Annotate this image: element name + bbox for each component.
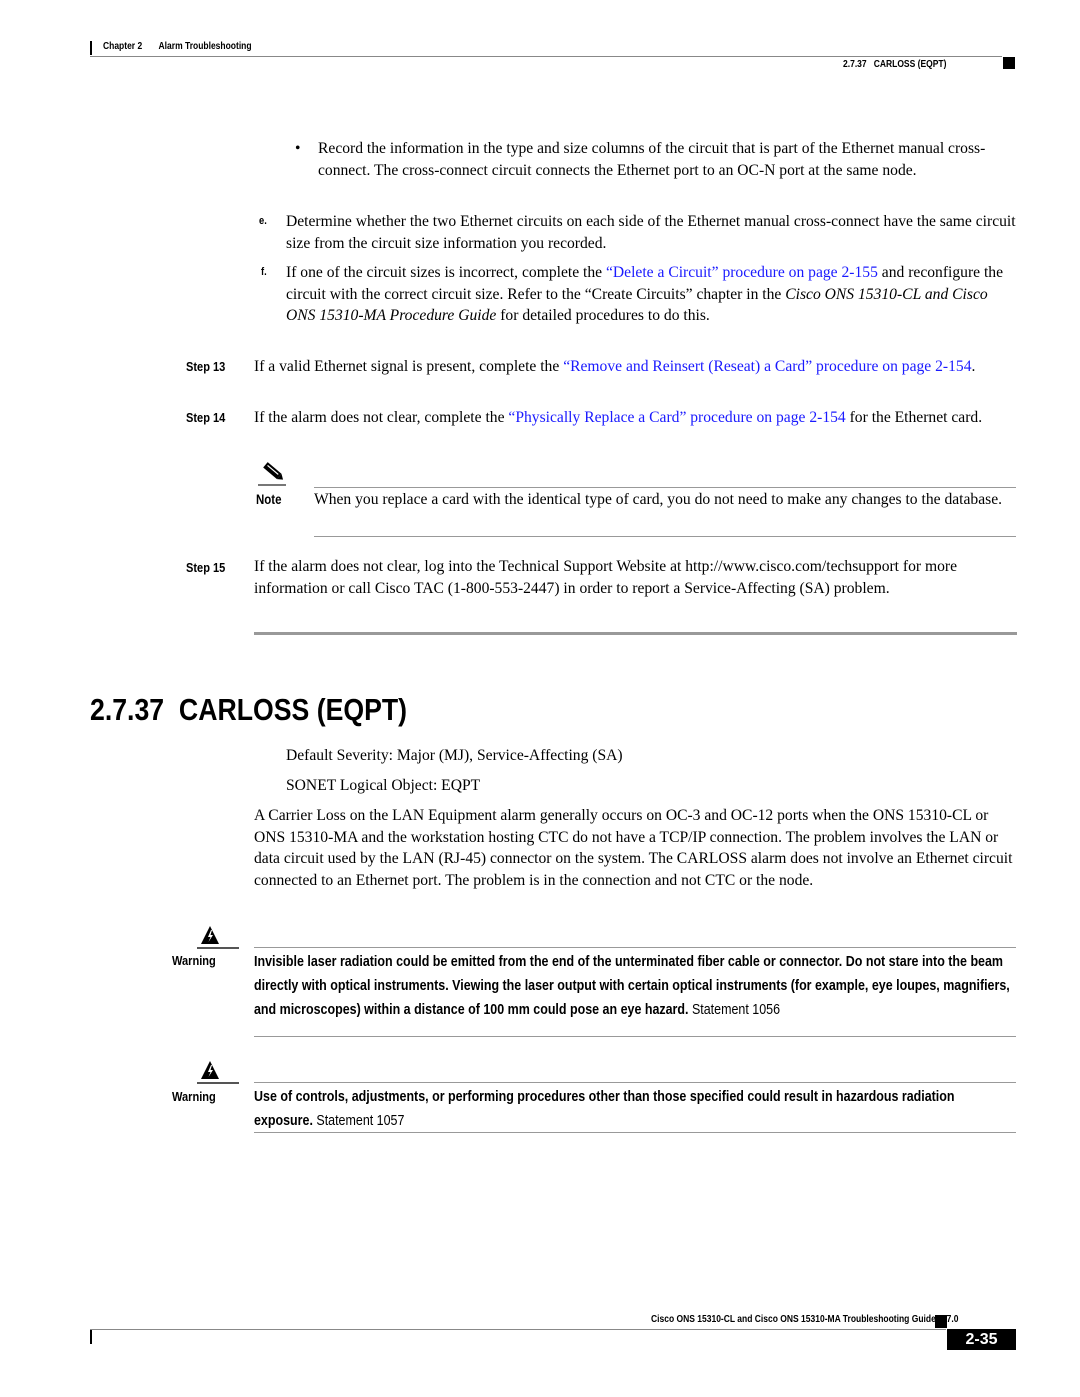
note-text: When you replace a card with the identic… xyxy=(314,491,1003,508)
step13-label: Step 13 xyxy=(186,359,226,374)
section-title: 2.7.37 CARLOSS (EQPT) xyxy=(90,692,408,727)
step14-label: Step 14 xyxy=(186,410,226,425)
item-f-text-end: for detailed procedures to do this. xyxy=(496,307,710,324)
header-chapter-number: Chapter 2 xyxy=(103,41,143,52)
page-number: 2-35 xyxy=(965,1331,998,1348)
header-section-ref: 2.7.37 CARLOSS (EQPT) xyxy=(843,59,947,70)
item-f-text-before: If one of the circuit sizes is incorrect… xyxy=(286,264,606,281)
step13-text: If a valid Ethernet signal is present, c… xyxy=(254,356,1018,378)
item-f-label: f. xyxy=(261,266,267,278)
warning2-bottom-rule xyxy=(254,1132,1016,1133)
step15-label: Step 15 xyxy=(186,560,226,575)
procedure-end-rule xyxy=(254,632,1017,635)
warning1-bottom-rule xyxy=(254,1036,1016,1037)
warning1-statement: Statement 1056 xyxy=(688,1002,781,1018)
step14-text-after: for the Ethernet card. xyxy=(845,409,983,426)
warning2-top-rule xyxy=(254,1082,1016,1083)
note-top-rule xyxy=(314,487,1016,488)
header-chapter-title: Alarm Troubleshooting xyxy=(158,41,252,52)
bullet-text: Record the information in the type and s… xyxy=(318,140,986,179)
header-rule xyxy=(90,56,1002,57)
step13-text-before: If a valid Ethernet signal is present, c… xyxy=(254,358,564,375)
alarm-description: A Carrier Loss on the LAN Equipment alar… xyxy=(254,807,1013,889)
footer-block-mark xyxy=(935,1315,947,1328)
warning2-statement: Statement 1057 xyxy=(312,1113,405,1129)
warning-triangle-icon xyxy=(197,924,239,950)
page-number-box: 2-35 xyxy=(947,1329,1016,1350)
logical-object: SONET Logical Object: EQPT xyxy=(286,777,481,794)
warning2-text: Use of controls, adjustments, or perform… xyxy=(254,1085,1011,1133)
header-left-bar xyxy=(90,41,92,55)
warning1-bold: Invisible laser radiation could be emitt… xyxy=(254,954,1010,1018)
step15-text: If the alarm does not clear, log into th… xyxy=(254,558,958,597)
item-e-text: Determine whether the two Ethernet circu… xyxy=(286,213,1016,252)
warning1-text: Invisible laser radiation could be emitt… xyxy=(254,950,1011,1022)
step14-text: If the alarm does not clear, complete th… xyxy=(254,407,1018,429)
delete-circuit-link[interactable]: “Delete a Circuit” procedure on page 2-1… xyxy=(606,264,878,281)
warning2-label: Warning xyxy=(172,1089,216,1104)
bullet-symbol: • xyxy=(295,140,301,157)
step13-text-after: . xyxy=(971,358,976,375)
step14-text-before: If the alarm does not clear, complete th… xyxy=(254,409,509,426)
warning1-top-rule xyxy=(254,947,1016,948)
note-label: Note xyxy=(256,492,282,507)
replace-card-link[interactable]: “Physically Replace a Card” procedure on… xyxy=(508,409,845,426)
warning1-label: Warning xyxy=(172,953,216,968)
default-severity: Default Severity: Major (MJ), Service-Af… xyxy=(286,747,623,764)
footer-rule xyxy=(90,1329,946,1330)
header-chapter: Chapter 2 Alarm Troubleshooting xyxy=(103,41,252,52)
footer-left-bar xyxy=(90,1330,92,1344)
warning-triangle-icon xyxy=(197,1059,239,1085)
header-block-mark xyxy=(1003,57,1015,69)
item-f-text: If one of the circuit sizes is incorrect… xyxy=(286,262,1018,327)
reseat-card-link[interactable]: “Remove and Reinsert (Reseat) a Card” pr… xyxy=(563,358,971,375)
pencil-note-icon xyxy=(258,460,288,486)
footer-guide-title: Cisco ONS 15310-CL and Cisco ONS 15310-M… xyxy=(651,1314,959,1325)
item-e-label: e. xyxy=(259,215,267,227)
note-bottom-rule xyxy=(314,536,1016,537)
